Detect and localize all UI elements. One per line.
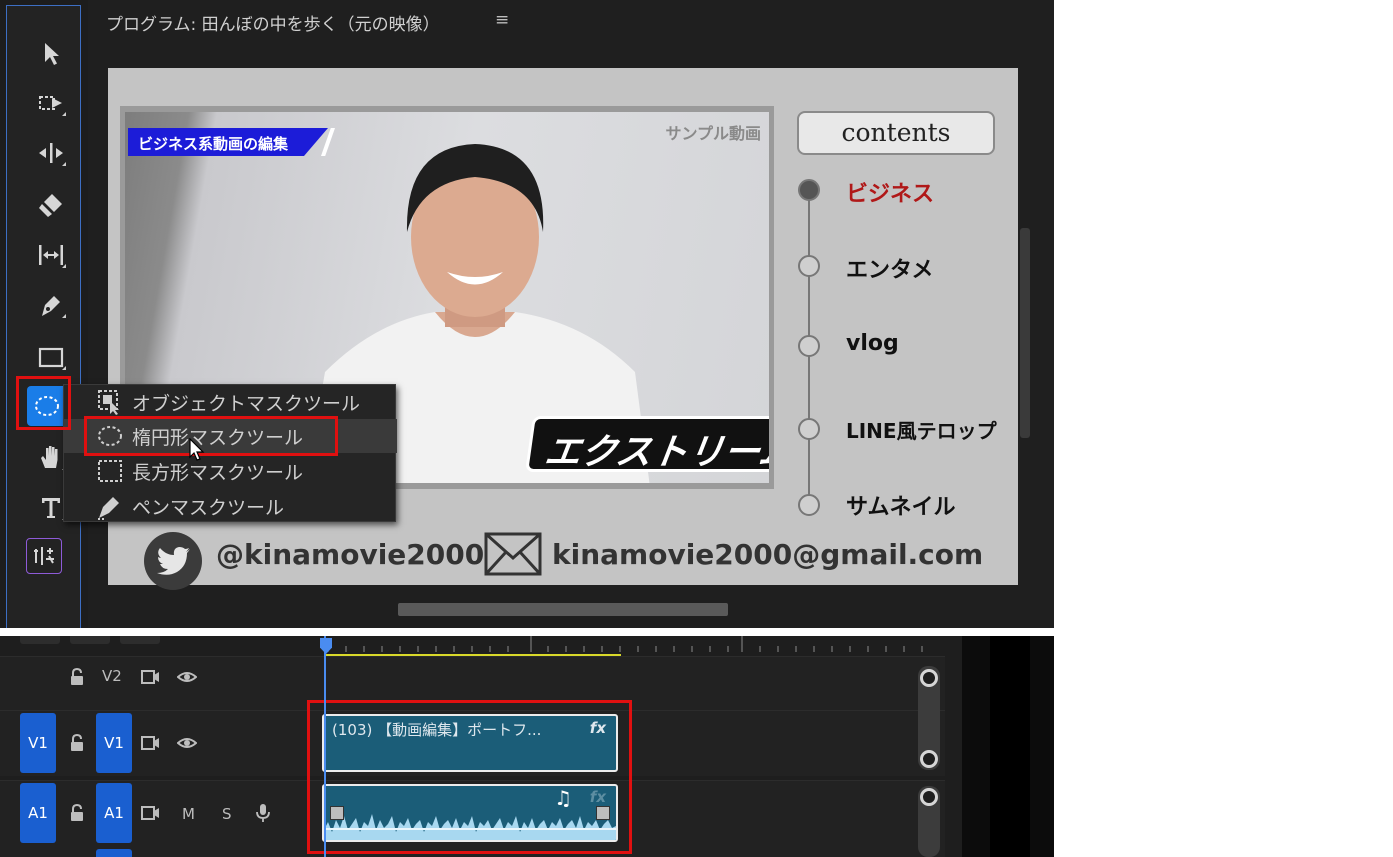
header-button[interactable] bbox=[120, 636, 160, 644]
header-button[interactable] bbox=[20, 636, 60, 644]
social-bar: @kinamovie2000 kinamovie2000@gmail.com bbox=[108, 518, 1018, 590]
contents-dot bbox=[798, 494, 820, 516]
microphone-icon[interactable] bbox=[253, 803, 273, 823]
remix-tool[interactable] bbox=[26, 538, 62, 574]
email-address: kinamovie2000@gmail.com bbox=[552, 538, 984, 571]
timeline-panel: V2 V1 V1 A1 A1 M S (103) 【動画編集】ポートフ... f… bbox=[0, 636, 1054, 857]
slip-tool[interactable] bbox=[32, 236, 70, 274]
contents-dot bbox=[798, 335, 820, 357]
sample-video-label: サンプル動画 bbox=[665, 124, 761, 143]
contents-item-vlog: vlog bbox=[846, 331, 899, 356]
selection-tool[interactable] bbox=[32, 34, 70, 72]
program-monitor-area: プログラム: 田んぼの中を歩く（元の映像） ≡ ビジネス系動画の編集 サンプル動… bbox=[0, 0, 1054, 628]
rectangle-mask-icon bbox=[98, 460, 122, 482]
eye-icon[interactable] bbox=[177, 667, 197, 687]
track-a2-patch[interactable] bbox=[96, 849, 132, 857]
target-track-a1[interactable]: A1 bbox=[96, 783, 132, 843]
scroll-knob[interactable] bbox=[920, 750, 938, 768]
menu-item-label: ペンマスクツール bbox=[132, 496, 285, 519]
selection-tool-icon bbox=[45, 43, 59, 65]
twitter-icon bbox=[144, 532, 202, 590]
menu-item-pen-mask[interactable]: ペンマスクツール bbox=[64, 489, 397, 523]
vertical-scrollbar[interactable] bbox=[1020, 228, 1030, 438]
twitter-handle: @kinamovie2000 bbox=[216, 538, 485, 571]
panel-title: プログラム: 田んぼの中を歩く（元の映像） bbox=[106, 15, 440, 35]
ripple-edit-tool[interactable] bbox=[32, 134, 70, 172]
contents-item-line: LINE風テロップ bbox=[846, 419, 997, 443]
menu-item-rectangle-mask[interactable]: 長方形マスクツール bbox=[64, 454, 397, 488]
scroll-knob[interactable] bbox=[920, 788, 938, 806]
razor-tool[interactable] bbox=[32, 186, 70, 224]
sync-lock-icon[interactable] bbox=[140, 803, 160, 823]
mute-button[interactable]: M bbox=[182, 805, 195, 823]
razor-tool-icon bbox=[39, 194, 62, 217]
remix-tool-icon bbox=[34, 547, 54, 565]
mail-icon bbox=[484, 532, 542, 576]
eye-icon[interactable] bbox=[177, 733, 197, 753]
contents-dot-active bbox=[798, 179, 820, 201]
pen-tool[interactable] bbox=[32, 286, 70, 324]
sync-lock-icon[interactable] bbox=[140, 733, 160, 753]
caption-telop: エクストリーム bbox=[525, 416, 769, 472]
highlight-box-menu-item bbox=[84, 416, 338, 456]
menu-item-label: オブジェクトマスクツール bbox=[132, 392, 361, 415]
playhead-line[interactable] bbox=[324, 636, 326, 857]
contents-item-entame: エンタメ bbox=[846, 258, 934, 283]
solo-button[interactable]: S bbox=[222, 805, 232, 823]
contents-title: contents bbox=[797, 111, 995, 155]
highlight-box-tool bbox=[16, 376, 71, 430]
horizontal-scrollbar[interactable] bbox=[398, 603, 728, 616]
source-patch-v1[interactable]: V1 bbox=[20, 713, 56, 773]
lock-icon[interactable] bbox=[67, 667, 87, 687]
header-button[interactable] bbox=[70, 636, 110, 644]
track-select-forward-tool[interactable] bbox=[32, 84, 70, 122]
pen-mask-icon bbox=[98, 497, 119, 520]
highlight-box-clips bbox=[307, 700, 632, 854]
rectangle-tool[interactable] bbox=[32, 338, 70, 376]
side-panel-strip bbox=[990, 636, 1030, 857]
contents-dot bbox=[798, 418, 820, 440]
panel-menu-icon[interactable]: ≡ bbox=[495, 10, 509, 30]
menu-item-label: 長方形マスクツール bbox=[132, 461, 304, 484]
object-mask-icon bbox=[98, 390, 119, 415]
source-patch-a1[interactable]: A1 bbox=[20, 783, 56, 843]
lock-icon[interactable] bbox=[67, 733, 87, 753]
tools-panel bbox=[6, 5, 81, 628]
contents-item-thumbnail: サムネイル bbox=[846, 495, 956, 520]
mouse-cursor-icon bbox=[189, 438, 205, 461]
target-track-v1[interactable]: V1 bbox=[96, 713, 132, 773]
track-label-v2[interactable]: V2 bbox=[102, 667, 122, 685]
lock-icon[interactable] bbox=[67, 803, 87, 823]
scroll-knob[interactable] bbox=[920, 669, 938, 687]
sync-lock-icon[interactable] bbox=[140, 667, 160, 687]
menu-item-object-mask[interactable]: オブジェクトマスクツール bbox=[64, 385, 397, 419]
business-banner: ビジネス系動画の編集 bbox=[128, 128, 328, 156]
contents-dot bbox=[798, 255, 820, 277]
contents-item-business: ビジネス bbox=[846, 182, 935, 207]
